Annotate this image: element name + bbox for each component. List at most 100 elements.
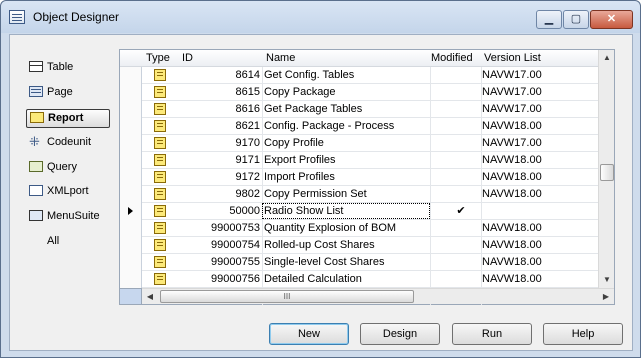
table-row[interactable]: 9170 Copy Profile NAVW17.00 <box>120 135 606 152</box>
row-selector[interactable] <box>120 135 142 152</box>
cell-name-focused[interactable]: Radio Show List <box>262 203 430 219</box>
table-row[interactable]: 99000753 Quantity Explosion of BOM NAVW1… <box>120 220 606 237</box>
table-row[interactable]: 9802 Copy Permission Set NAVW18.00 <box>120 186 606 203</box>
nav-item-report[interactable]: Report <box>26 109 110 128</box>
maximize-button[interactable]: ▢ <box>563 10 589 29</box>
cell-version: NAVW17.00 <box>482 137 542 149</box>
title-bar[interactable]: Object Designer ▁ ▢ ✕ <box>1 1 640 33</box>
report-icon <box>154 69 166 81</box>
nav-item-query[interactable]: Query <box>26 159 112 178</box>
cell-name: Quantity Explosion of BOM <box>264 222 397 234</box>
cell-version: NAVW18.00 <box>482 154 542 166</box>
table-row[interactable]: 99000755 Single-level Cost Shares NAVW18… <box>120 254 606 271</box>
minimize-button[interactable]: ▁ <box>536 10 562 29</box>
nav-item-label: Query <box>47 161 77 173</box>
cell-id: 99000754 <box>211 239 260 251</box>
cell-name: Detailed Calculation <box>264 273 362 285</box>
table-row[interactable]: 9171 Export Profiles NAVW18.00 <box>120 152 606 169</box>
nav-item-label: Page <box>47 86 73 98</box>
cell-version: NAVW17.00 <box>482 103 542 115</box>
nav-item-label: Codeunit <box>47 136 92 148</box>
nav-item-all[interactable]: All <box>26 233 112 252</box>
modified-check-icon: ✔ <box>456 205 466 217</box>
scroll-right-icon[interactable]: ▶ <box>598 289 614 305</box>
report-icon <box>154 171 166 183</box>
row-selector[interactable] <box>120 271 142 288</box>
horizontal-scrollbar[interactable]: ◀ III ▶ <box>142 288 614 304</box>
nav-item-menusuite[interactable]: MenuSuite <box>26 208 112 227</box>
cell-version: NAVW18.00 <box>482 171 542 183</box>
row-selector[interactable] <box>120 84 142 101</box>
nav-item-page[interactable]: Page <box>26 84 112 103</box>
horizontal-scroll-thumb[interactable]: III <box>160 290 414 303</box>
cell-version: NAVW18.00 <box>482 188 542 200</box>
cell-name: Export Profiles <box>264 154 336 166</box>
grid-corner-selector[interactable] <box>120 288 142 304</box>
column-header-modified[interactable]: Modified <box>431 52 473 64</box>
design-button[interactable]: Design <box>360 323 440 345</box>
cell-id: 8615 <box>235 86 260 98</box>
client-area: Table Page Report Codeunit Query XMLport… <box>9 34 633 351</box>
scroll-down-icon[interactable]: ▼ <box>599 272 615 288</box>
scroll-up-icon[interactable]: ▲ <box>599 50 615 66</box>
report-icon <box>154 137 166 149</box>
column-header-id[interactable]: ID <box>182 52 193 64</box>
nav-item-label: Report <box>48 112 84 124</box>
page-icon <box>29 86 43 97</box>
nav-item-label: Table <box>47 61 74 73</box>
table-row[interactable]: 8615 Copy Package NAVW17.00 <box>120 84 606 101</box>
table-row[interactable]: 8614 Get Config. Tables NAVW17.00 <box>120 67 606 84</box>
run-button[interactable]: Run <box>452 323 532 345</box>
close-button[interactable]: ✕ <box>590 10 633 29</box>
table-row[interactable]: 8621 Config. Package - Process NAVW18.00 <box>120 118 606 135</box>
table-row-current[interactable]: 50000 Radio Show List ✔ <box>120 203 606 220</box>
table-row[interactable]: 9172 Import Profiles NAVW18.00 <box>120 169 606 186</box>
vertical-scrollbar[interactable]: ▲ ▼ <box>598 50 614 288</box>
row-selector[interactable] <box>120 169 142 186</box>
cell-version: NAVW18.00 <box>482 256 542 268</box>
cell-id: 9170 <box>235 137 260 149</box>
row-selector[interactable] <box>120 220 142 237</box>
nav-item-codeunit[interactable]: Codeunit <box>26 133 112 153</box>
xmlport-icon <box>29 185 43 196</box>
nav-item-table[interactable]: Table <box>26 59 112 78</box>
report-icon <box>154 256 166 268</box>
cell-name: Copy Permission Set <box>264 188 367 200</box>
report-icon <box>154 188 166 200</box>
column-header-version-list[interactable]: Version List <box>484 52 541 64</box>
table-row[interactable]: 99000754 Rolled-up Cost Shares NAVW18.00 <box>120 237 606 254</box>
grid-header: Type ID Name Modified Version List <box>120 50 606 67</box>
table-row[interactable]: 99000756 Detailed Calculation NAVW18.00 <box>120 271 606 288</box>
current-row-indicator-icon[interactable] <box>120 203 142 220</box>
row-selector[interactable] <box>120 67 142 84</box>
report-icon <box>154 103 166 115</box>
cell-name: Config. Package - Process <box>264 120 395 132</box>
row-selector[interactable] <box>120 118 142 135</box>
row-selector[interactable] <box>120 237 142 254</box>
row-selector[interactable] <box>120 101 142 118</box>
cell-version: NAVW17.00 <box>482 69 542 81</box>
cell-version: NAVW18.00 <box>482 120 542 132</box>
cell-version: NAVW17.00 <box>482 86 542 98</box>
cell-id: 99000753 <box>211 222 260 234</box>
vertical-scroll-thumb[interactable] <box>600 164 614 181</box>
cell-id: 9171 <box>235 154 260 166</box>
new-button[interactable]: New <box>269 323 349 345</box>
help-button[interactable]: Help <box>543 323 623 345</box>
column-header-type[interactable]: Type <box>146 52 170 64</box>
cell-name: Get Package Tables <box>264 103 363 115</box>
scroll-left-icon[interactable]: ◀ <box>142 289 158 305</box>
cell-version: NAVW18.00 <box>482 239 542 251</box>
cell-id: 50000 <box>229 205 260 217</box>
cell-id: 9172 <box>235 171 260 183</box>
nav-item-label: All <box>47 235 60 247</box>
menusuite-icon <box>29 210 43 221</box>
cell-id: 8621 <box>235 120 260 132</box>
objects-grid[interactable]: Type ID Name Modified Version List 8614 … <box>119 49 615 305</box>
row-selector[interactable] <box>120 152 142 169</box>
row-selector[interactable] <box>120 186 142 203</box>
table-row[interactable]: 8616 Get Package Tables NAVW17.00 <box>120 101 606 118</box>
nav-item-xmlport[interactable]: XMLport <box>26 183 112 202</box>
row-selector[interactable] <box>120 254 142 271</box>
column-header-name[interactable]: Name <box>266 52 295 64</box>
